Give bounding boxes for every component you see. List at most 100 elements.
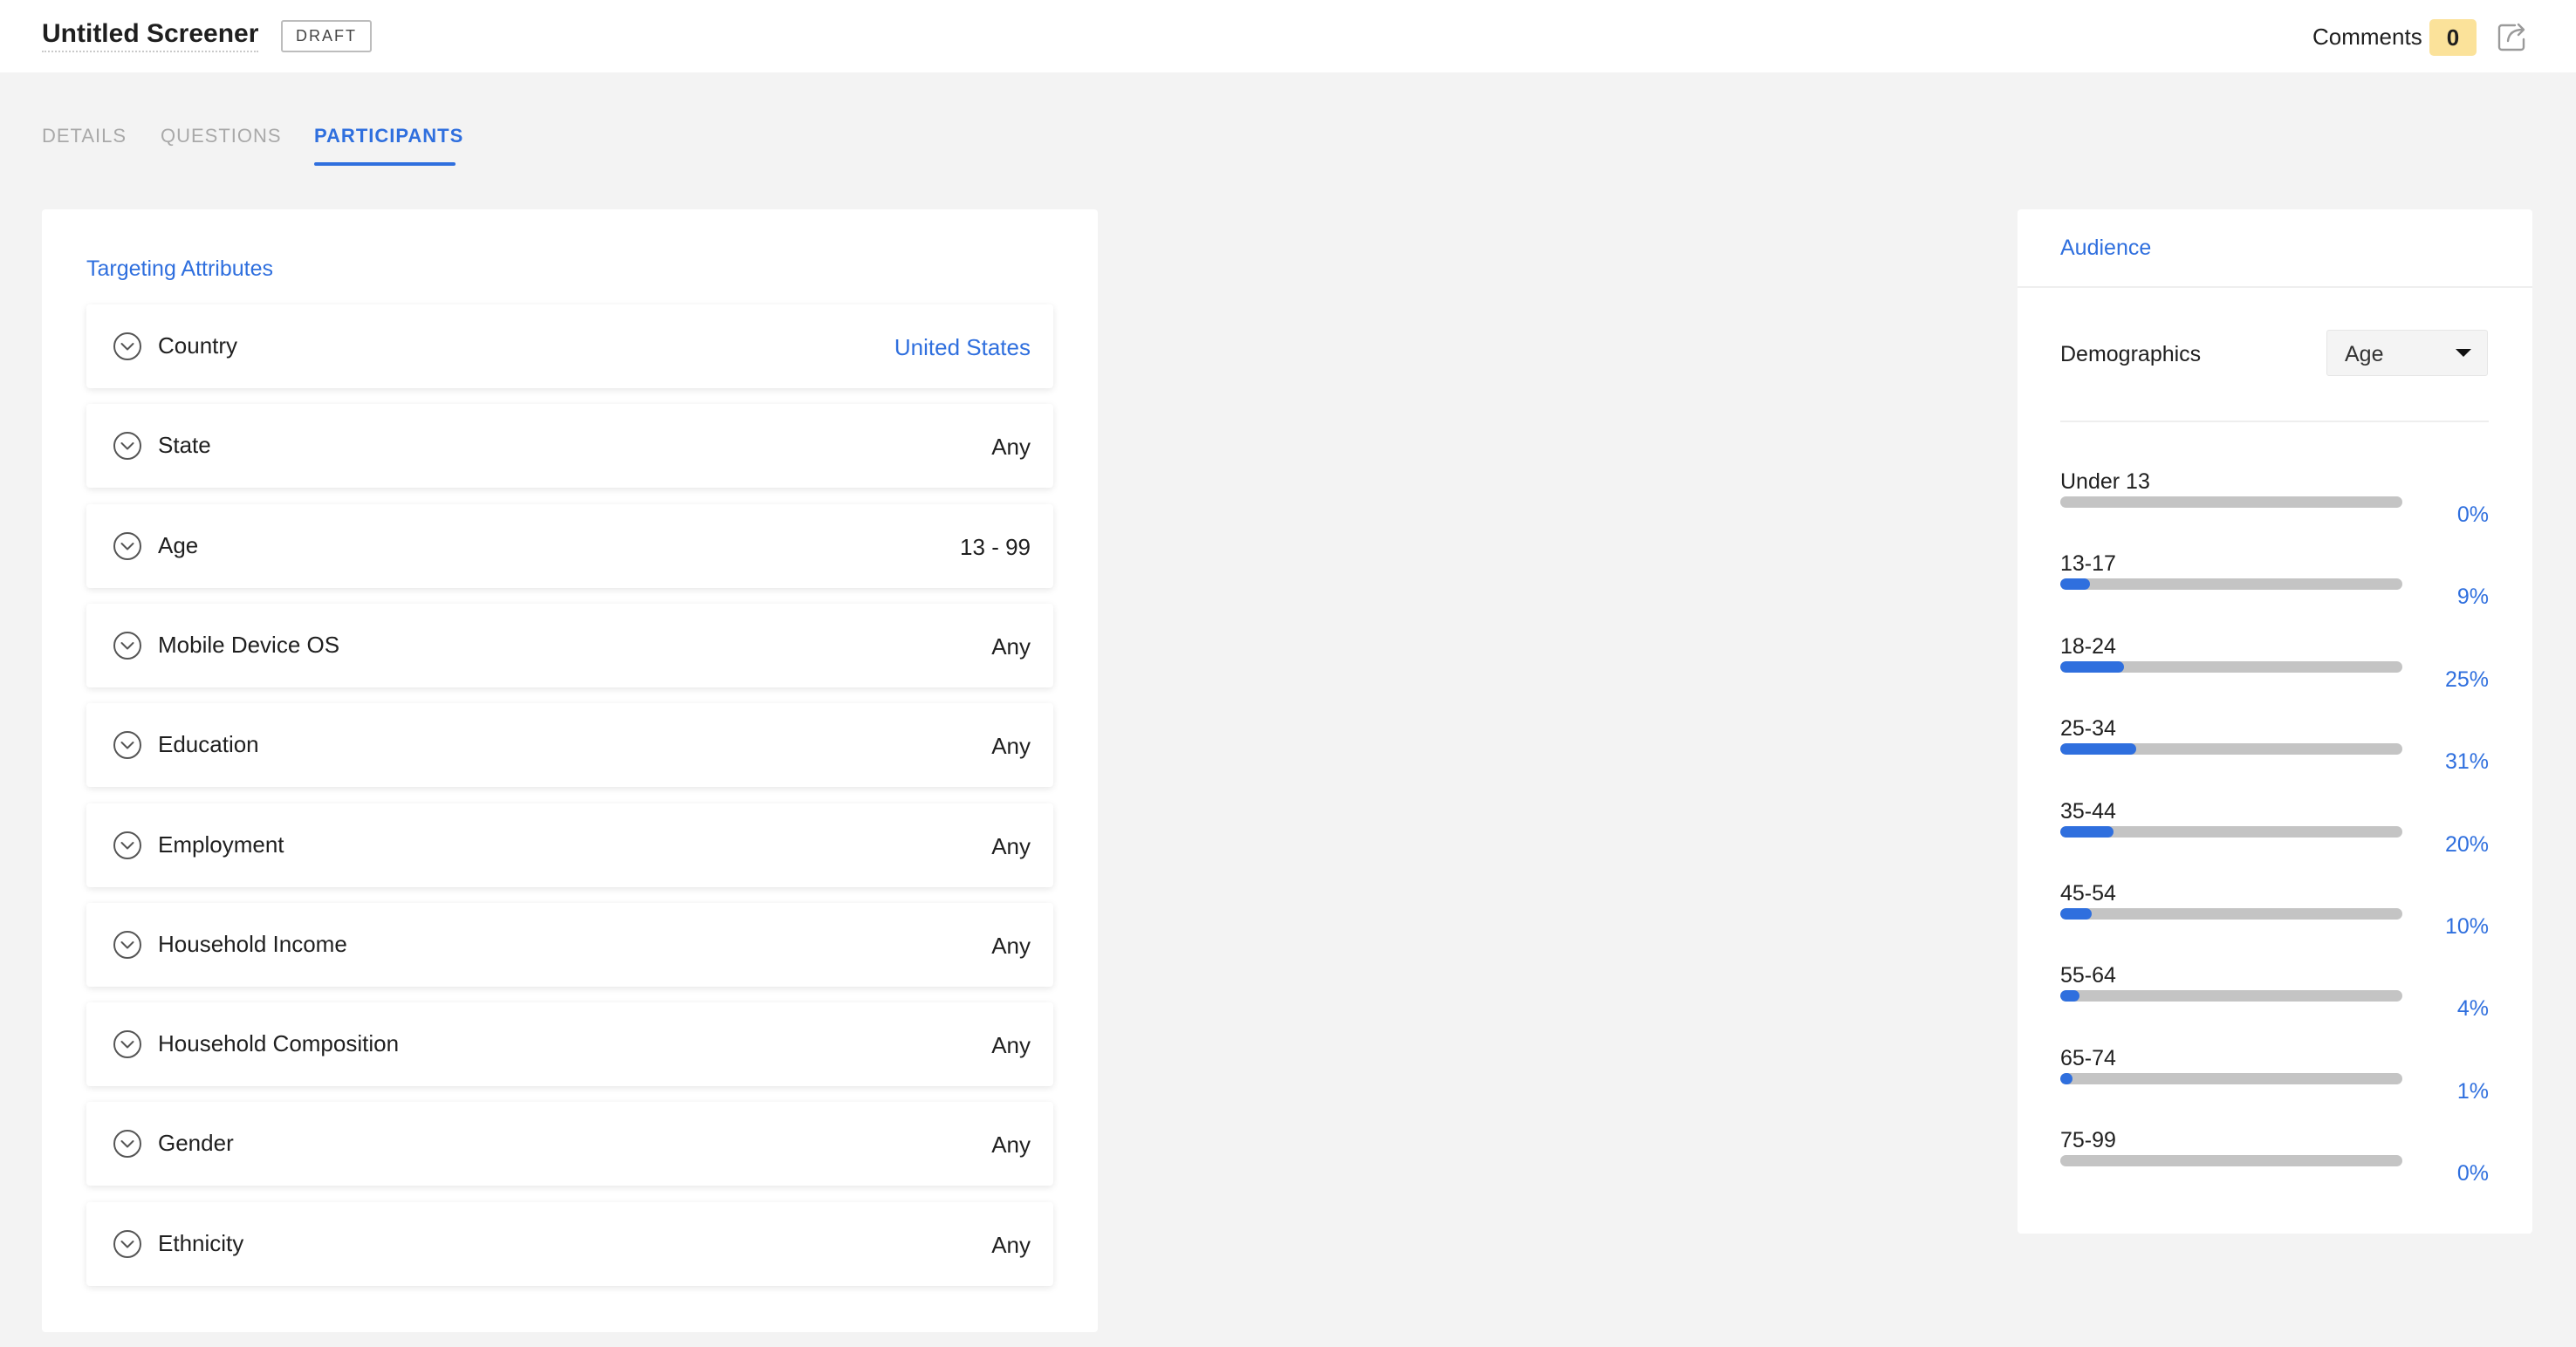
attribute-value: Any: [991, 933, 1031, 959]
age-bucket-percent: 31%: [2444, 749, 2489, 774]
attribute-value: Any: [991, 733, 1031, 759]
age-bucket-bar-fill: [2060, 908, 2092, 920]
page-title[interactable]: Untitled Screener: [42, 19, 259, 52]
age-bucket-label: 45-54: [2060, 881, 2116, 906]
age-bucket-percent: 25%: [2444, 667, 2489, 692]
age-bucket-bar-track: [2060, 743, 2402, 755]
attribute-label: Mobile Device OS: [158, 632, 340, 658]
age-bucket-label: 35-44: [2060, 799, 2116, 824]
age-bucket-percent: 4%: [2456, 996, 2489, 1021]
comments-button-label[interactable]: Comments: [2312, 24, 2422, 51]
targeting-attributes-title: Targeting Attributes: [86, 256, 274, 281]
age-bucket-row: Under 13 0%: [2060, 469, 2489, 539]
age-bucket-bar-fill: [2060, 990, 2079, 1002]
attribute-label: Gender: [158, 1130, 234, 1156]
age-bucket-bar-track: [2060, 990, 2402, 1002]
age-bucket-bar-track: [2060, 578, 2402, 590]
age-bucket-bar-fill: [2060, 578, 2090, 590]
chevron-down-circle-icon[interactable]: [113, 730, 142, 760]
age-bucket-label: 25-34: [2060, 716, 2116, 741]
tab-questions[interactable]: QUESTIONS: [161, 125, 282, 147]
attribute-value: Any: [991, 434, 1031, 460]
chevron-down-circle-icon[interactable]: [113, 1129, 142, 1159]
targeting-attributes-panel: Targeting Attributes Country United State…: [42, 209, 1098, 1332]
age-bucket-bar-track: [2060, 661, 2402, 673]
attribute-row-ethnicity[interactable]: Ethnicity Any: [86, 1202, 1053, 1286]
attribute-label: Country: [158, 332, 238, 359]
age-bucket-bar-fill: [2060, 661, 2124, 673]
attribute-value: Any: [991, 1032, 1031, 1058]
age-bucket-label: 13-17: [2060, 551, 2116, 576]
age-bucket-percent: 20%: [2444, 832, 2489, 857]
attribute-row-employment[interactable]: Employment Any: [86, 803, 1053, 887]
attribute-row-mobile-device-os[interactable]: Mobile Device OS Any: [86, 604, 1053, 687]
attribute-row-state[interactable]: State Any: [86, 404, 1053, 488]
age-bucket-percent: 9%: [2456, 585, 2489, 609]
attribute-value: Any: [991, 1232, 1031, 1258]
age-bucket-bar-track: [2060, 496, 2402, 508]
audience-title: Audience: [2060, 236, 2152, 260]
attribute-row-country[interactable]: Country United States: [86, 304, 1053, 388]
age-bucket-label: 55-64: [2060, 963, 2116, 988]
attribute-row-household-composition[interactable]: Household Composition Any: [86, 1002, 1053, 1086]
age-bucket-bar-fill: [2060, 743, 2136, 755]
age-bucket-label: 75-99: [2060, 1128, 2116, 1152]
age-bucket-bar-track: [2060, 1155, 2402, 1166]
attribute-value: Any: [991, 833, 1031, 859]
age-bucket-percent: 10%: [2444, 914, 2489, 939]
divider: [2018, 286, 2532, 288]
age-bucket-row: 65-74 1%: [2060, 1046, 2489, 1116]
age-bucket-label: 18-24: [2060, 634, 2116, 659]
tab-details[interactable]: DETAILS: [42, 125, 127, 147]
age-bucket-row: 25-34 31%: [2060, 716, 2489, 786]
attribute-label: Household Income: [158, 931, 347, 957]
attribute-value: Any: [991, 1132, 1031, 1158]
age-bucket-bar-track: [2060, 1073, 2402, 1084]
comments-count-badge[interactable]: 0: [2429, 19, 2477, 56]
chevron-down-circle-icon[interactable]: [113, 631, 142, 660]
demographics-select-value: Age: [2345, 342, 2384, 366]
attribute-row-household-income[interactable]: Household Income Any: [86, 903, 1053, 987]
divider: [2060, 421, 2489, 422]
audience-panel: Audience Demographics Age Under 13 0% 13-1…: [2018, 209, 2532, 1234]
age-bucket-percent: 1%: [2456, 1079, 2489, 1104]
age-bucket-row: 18-24 25%: [2060, 634, 2489, 704]
age-bucket-label: Under 13: [2060, 469, 2150, 494]
demographics-label: Demographics: [2060, 342, 2202, 366]
attribute-value: 13 - 99: [960, 534, 1031, 560]
top-header: Untitled Screener DRAFT Comments 0: [0, 0, 2576, 72]
share-icon[interactable]: [2496, 20, 2529, 53]
attribute-row-age[interactable]: Age 13 - 99: [86, 504, 1053, 588]
chevron-down-circle-icon[interactable]: [113, 431, 142, 461]
attribute-row-gender[interactable]: Gender Any: [86, 1102, 1053, 1186]
age-bucket-row: 13-17 9%: [2060, 551, 2489, 621]
attribute-label: State: [158, 432, 211, 458]
active-tab-indicator: [314, 162, 456, 166]
chevron-down-circle-icon[interactable]: [113, 831, 142, 860]
age-bucket-row: 45-54 10%: [2060, 881, 2489, 951]
attribute-value: United States: [894, 334, 1031, 360]
attribute-label: Ethnicity: [158, 1230, 244, 1256]
chevron-down-circle-icon[interactable]: [113, 531, 142, 561]
tab-participants[interactable]: PARTICIPANTS: [314, 125, 463, 147]
age-bucket-row: 55-64 4%: [2060, 963, 2489, 1033]
caret-down-icon: [2456, 349, 2471, 357]
age-bucket-row: 35-44 20%: [2060, 799, 2489, 869]
attribute-label: Age: [158, 532, 199, 558]
age-bucket-bar-fill: [2060, 826, 2114, 838]
age-bucket-row: 75-99 0%: [2060, 1128, 2489, 1198]
chevron-down-circle-icon[interactable]: [113, 1229, 142, 1259]
age-bucket-bar-fill: [2060, 1073, 2072, 1084]
age-bucket-percent: 0%: [2456, 1161, 2489, 1186]
chevron-down-circle-icon[interactable]: [113, 1029, 142, 1059]
chevron-down-circle-icon[interactable]: [113, 332, 142, 361]
attribute-label: Employment: [158, 831, 284, 858]
chevron-down-circle-icon[interactable]: [113, 930, 142, 960]
age-bucket-label: 65-74: [2060, 1046, 2116, 1070]
status-badge: DRAFT: [281, 20, 372, 52]
age-bucket-bar-track: [2060, 908, 2402, 920]
demographics-select[interactable]: Age: [2326, 330, 2488, 376]
age-bucket-percent: 0%: [2456, 503, 2489, 527]
age-bucket-bar-track: [2060, 826, 2402, 838]
attribute-row-education[interactable]: Education Any: [86, 703, 1053, 787]
